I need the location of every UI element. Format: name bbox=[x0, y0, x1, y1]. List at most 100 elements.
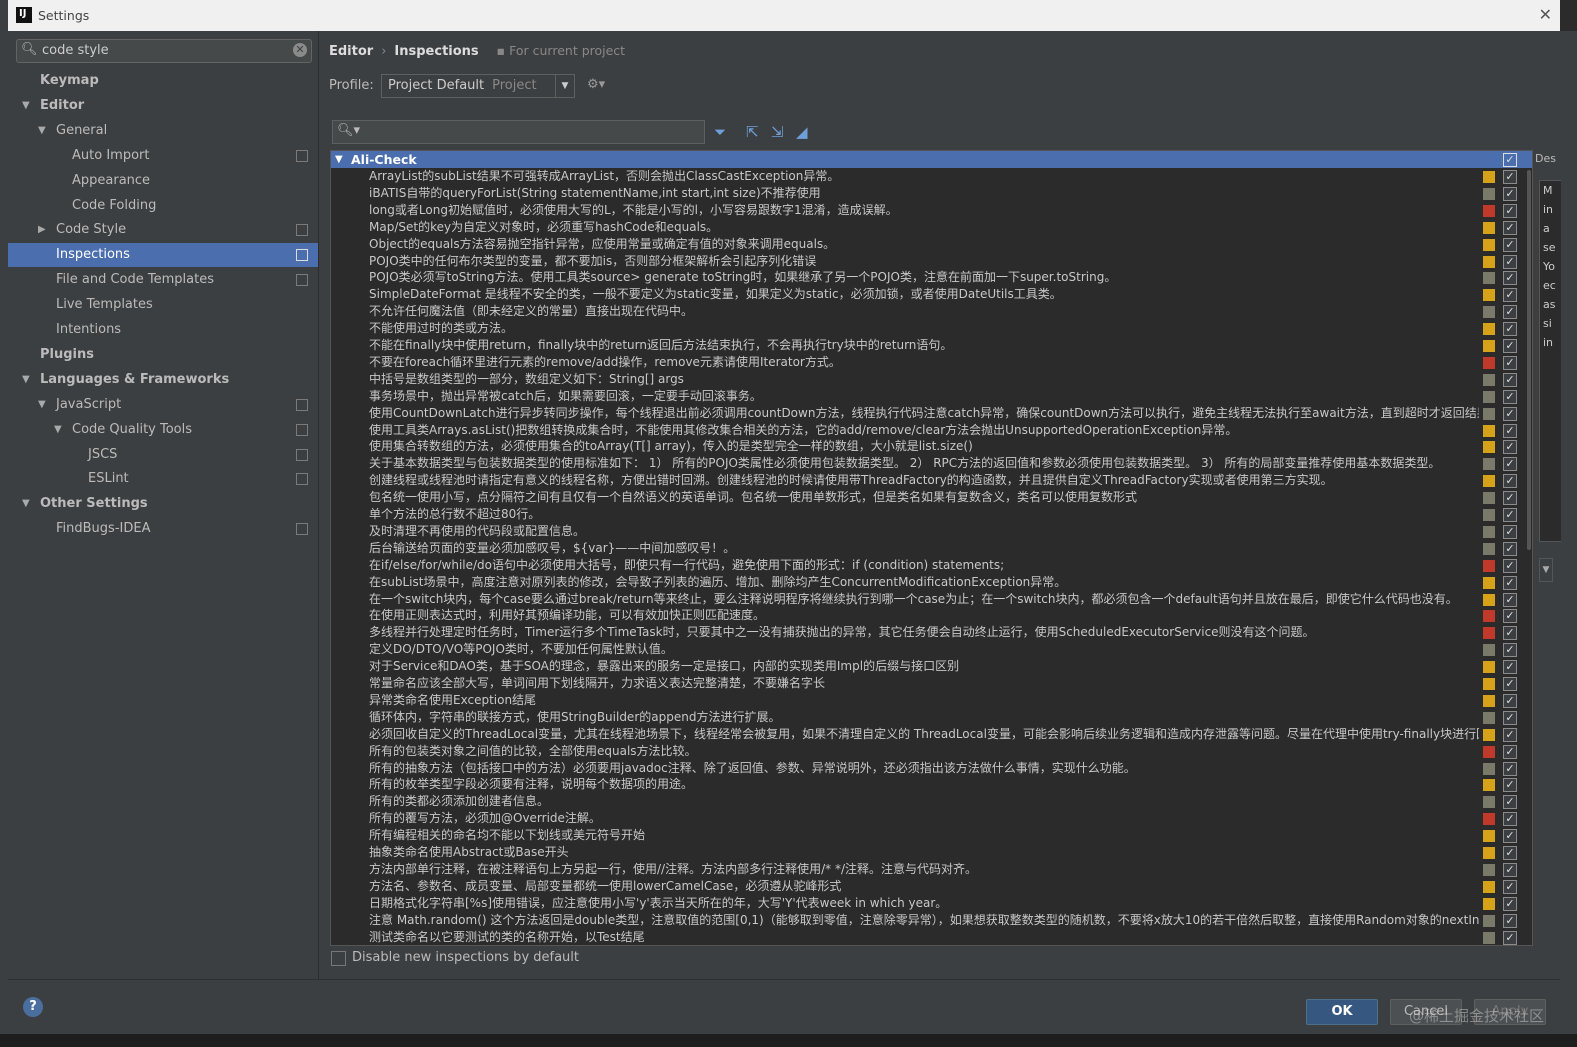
inspection-checkbox[interactable]: ✓ bbox=[1503, 710, 1517, 725]
sidebar-item-languages-frameworks[interactable]: ▼ Languages & Frameworks bbox=[8, 368, 318, 392]
inspection-row[interactable]: 关于基本数据类型与包装数据类型的使用标准如下： 1） 所有的POJO类属性必须使… bbox=[331, 455, 1532, 472]
sidebar-item-code-style[interactable]: ▶ Code Style bbox=[8, 218, 318, 242]
sidebar-item-live-templates[interactable]: Live Templates bbox=[8, 293, 318, 317]
sidebar-item-other-settings[interactable]: ▼ Other Settings bbox=[8, 492, 318, 516]
inspection-row[interactable]: iBATIS自带的queryForList(String statementNa… bbox=[331, 185, 1532, 202]
sidebar-item-code-quality-tools[interactable]: ▼ Code Quality Tools bbox=[8, 418, 318, 442]
filter-icon[interactable]: ⏷ bbox=[714, 123, 726, 141]
ok-button[interactable]: OK bbox=[1306, 999, 1378, 1025]
sidebar-item-file-and-code-templates[interactable]: File and Code Templates bbox=[8, 268, 318, 292]
inspection-checkbox[interactable]: ✓ bbox=[1503, 795, 1517, 810]
inspection-row[interactable]: 注意 Math.random() 这个方法返回是double类型，注意取值的范围… bbox=[331, 912, 1532, 929]
sidebar-item-javascript[interactable]: ▼ JavaScript bbox=[8, 393, 318, 417]
help-icon[interactable]: ? bbox=[23, 997, 43, 1017]
inspection-checkbox[interactable]: ✓ bbox=[1503, 761, 1517, 776]
inspection-row[interactable]: 使用集合转数组的方法，必须使用集合的toArray(T[] array)，传入的… bbox=[331, 438, 1532, 455]
inspection-checkbox[interactable]: ✓ bbox=[1503, 829, 1517, 844]
inspection-checkbox[interactable]: ✓ bbox=[1503, 744, 1517, 759]
sidebar-item-inspections[interactable]: Inspections bbox=[8, 243, 318, 268]
inspection-row[interactable]: 日期格式化字符串[%s]使用错误，应注意使用小写'y'表示当天所在的年，大写'Y… bbox=[331, 895, 1532, 912]
inspection-checkbox[interactable]: ✓ bbox=[1503, 474, 1517, 489]
inspection-row[interactable]: 对于Service和DAO类，基于SOA的理念，暴露出来的服务一定是接口，内部的… bbox=[331, 658, 1532, 675]
inspection-checkbox[interactable]: ✓ bbox=[1503, 389, 1517, 404]
inspection-row[interactable]: 循环体内，字符串的联接方式，使用StringBuilder的append方法进行… bbox=[331, 709, 1532, 726]
chevron-down-icon[interactable]: ▼ bbox=[38, 393, 46, 417]
inspection-checkbox[interactable]: ✓ bbox=[1503, 693, 1517, 708]
inspection-checkbox[interactable]: ✓ bbox=[1503, 237, 1517, 252]
scrollbar-thumb[interactable] bbox=[1527, 170, 1531, 550]
inspection-checkbox[interactable]: ✓ bbox=[1503, 592, 1517, 607]
inspection-row[interactable]: 不允许任何魔法值（即未经定义的常量）直接出现在代码中。 ✓ bbox=[331, 303, 1532, 320]
inspection-row[interactable]: POJO类中的任何布尔类型的变量，都不要加is，否则部分框架解析会引起序列化错误… bbox=[331, 253, 1532, 270]
inspection-checkbox[interactable]: ✓ bbox=[1503, 220, 1517, 235]
inspection-checkbox[interactable]: ✓ bbox=[1503, 575, 1517, 590]
inspection-row[interactable]: 使用工具类Arrays.asList()把数组转换成集合时，不能使用其修改集合相… bbox=[331, 422, 1532, 439]
sidebar-item-intentions[interactable]: Intentions bbox=[8, 318, 318, 342]
inspection-checkbox[interactable]: ✓ bbox=[1503, 524, 1517, 539]
inspection-checkbox[interactable]: ✓ bbox=[1503, 812, 1517, 827]
inspection-row[interactable]: long或者Long初始赋值时，必须使用大写的L，不能是小写的l，小写容易跟数字… bbox=[331, 202, 1532, 219]
clear-search-icon[interactable]: ✕ bbox=[293, 43, 307, 57]
gear-icon[interactable]: ⚙▾ bbox=[587, 77, 605, 92]
sidebar-item-code-folding[interactable]: Code Folding bbox=[8, 194, 318, 218]
inspection-row[interactable]: 使用CountDownLatch进行异步转同步操作，每个线程退出前必须调用cou… bbox=[331, 405, 1532, 422]
chevron-down-icon[interactable]: ▼ bbox=[22, 492, 30, 516]
expand-all-icon[interactable]: ⇱ bbox=[746, 123, 759, 141]
inspection-checkbox[interactable]: ✓ bbox=[1503, 558, 1517, 573]
inspection-row[interactable]: 方法内部单行注释，在被注释语句上方另起一行，使用//注释。方法内部多行注释使用/… bbox=[331, 861, 1532, 878]
inspection-row[interactable]: 所有的抽象方法（包括接口中的方法）必须要用javadoc注释、除了返回值、参数、… bbox=[331, 760, 1532, 777]
settings-search-input[interactable]: 🔍︎ code style ✕ bbox=[16, 39, 312, 63]
inspection-row[interactable]: 异常类命名使用Exception结尾 ✓ bbox=[331, 692, 1532, 709]
inspection-row[interactable]: 单个方法的总行数不超过80行。 ✓ bbox=[331, 506, 1532, 523]
inspection-checkbox[interactable]: ✓ bbox=[1503, 288, 1517, 303]
inspection-checkbox[interactable]: ✓ bbox=[1503, 372, 1517, 387]
inspection-row[interactable]: 测试类命名以它要测试的类的名称开始，以Test结尾 ✓ bbox=[331, 929, 1532, 946]
inspection-checkbox[interactable]: ✓ bbox=[1503, 440, 1517, 455]
reset-icon[interactable]: ◢ bbox=[796, 123, 808, 141]
inspection-row[interactable]: 在使用正则表达式时，利用好其预编译功能，可以有效加快正则匹配速度。 ✓ bbox=[331, 607, 1532, 624]
inspection-row[interactable]: 所有的类都必须添加创建者信息。 ✓ bbox=[331, 793, 1532, 810]
sidebar-item-keymap[interactable]: Keymap bbox=[8, 69, 318, 93]
inspection-checkbox[interactable]: ✓ bbox=[1503, 355, 1517, 370]
inspection-checkbox[interactable]: ✓ bbox=[1503, 913, 1517, 928]
inspection-row[interactable]: 不能使用过时的类或方法。 ✓ bbox=[331, 320, 1532, 337]
inspection-checkbox[interactable]: ✓ bbox=[1503, 423, 1517, 438]
sidebar-item-general[interactable]: ▼ General bbox=[8, 119, 318, 143]
inspection-checkbox[interactable]: ✓ bbox=[1503, 846, 1517, 860]
profile-dropdown[interactable]: Project Default Project ▼ bbox=[381, 74, 575, 98]
inspection-checkbox[interactable]: ✓ bbox=[1503, 186, 1517, 201]
chevron-down-icon[interactable]: ▼ bbox=[54, 418, 62, 442]
inspection-row[interactable]: SimpleDateFormat 是线程不安全的类，一般不要定义为static变… bbox=[331, 286, 1532, 303]
inspection-checkbox[interactable]: ✓ bbox=[1503, 406, 1517, 421]
sidebar-item-auto-import[interactable]: Auto Import bbox=[8, 144, 318, 168]
inspection-row[interactable]: Map/Set的key为自定义对象时，必须重写hashCode和equals。 ✓ bbox=[331, 219, 1532, 236]
sidebar-item-findbugs-idea[interactable]: FindBugs-IDEA bbox=[8, 517, 318, 541]
inspection-checkbox[interactable]: ✓ bbox=[1503, 879, 1517, 894]
inspection-row[interactable]: POJO类必须写toString方法。使用工具类source> generate… bbox=[331, 269, 1532, 286]
chevron-down-icon[interactable]: ▼ bbox=[555, 75, 574, 97]
inspection-checkbox[interactable]: ✓ bbox=[1503, 271, 1517, 286]
inspection-row[interactable]: 方法名、参数名、成员变量、局部变量都统一使用lowerCamelCase，必须遵… bbox=[331, 878, 1532, 895]
inspection-row[interactable]: 不要在foreach循环里进行元素的remove/add操作，remove元素请… bbox=[331, 354, 1532, 371]
inspection-row[interactable]: 所有的覆写方法，必须加@Override注解。 ✓ bbox=[331, 810, 1532, 827]
chevron-right-icon[interactable]: ▶ bbox=[38, 218, 46, 242]
inspection-row[interactable]: 创建线程或线程池时请指定有意义的线程名称，方便出错时回溯。创建线程池的时候请使用… bbox=[331, 472, 1532, 489]
inspection-checkbox[interactable]: ✓ bbox=[1503, 643, 1517, 658]
inspection-checkbox[interactable]: ✓ bbox=[1503, 457, 1517, 472]
disable-new-checkbox[interactable] bbox=[331, 951, 346, 966]
close-icon[interactable]: ✕ bbox=[1539, 5, 1552, 24]
chevron-down-icon[interactable]: ▼ bbox=[22, 368, 30, 392]
settings-search-value[interactable]: code style bbox=[42, 43, 109, 58]
inspection-checkbox[interactable]: ✓ bbox=[1503, 896, 1517, 911]
chevron-down-icon[interactable]: ▼ bbox=[22, 94, 30, 118]
inspection-group-ali-check[interactable]: ▼ Ali-Check ✓ bbox=[331, 151, 1532, 168]
inspection-checkbox[interactable]: ✓ bbox=[1503, 626, 1517, 641]
inspection-row[interactable]: 在subList场景中，高度注意对原列表的修改，会导致子列表的遍历、增加、删除均… bbox=[331, 574, 1532, 591]
inspection-checkbox[interactable]: ✓ bbox=[1503, 609, 1517, 624]
inspection-checkbox[interactable]: ✓ bbox=[1503, 203, 1517, 218]
inspection-row[interactable]: 不能在finally块中使用return，finally块中的return返回后… bbox=[331, 337, 1532, 354]
inspection-checkbox[interactable]: ✓ bbox=[1503, 778, 1517, 793]
inspection-row[interactable]: 常量命名应该全部大写，单词间用下划线隔开，力求语义表达完整清楚，不要嫌名字长 ✓ bbox=[331, 675, 1532, 692]
group-checkbox[interactable]: ✓ bbox=[1503, 153, 1517, 167]
inspection-row[interactable]: 多线程并行处理定时任务时，Timer运行多个TimeTask时，只要其中之一没有… bbox=[331, 624, 1532, 641]
